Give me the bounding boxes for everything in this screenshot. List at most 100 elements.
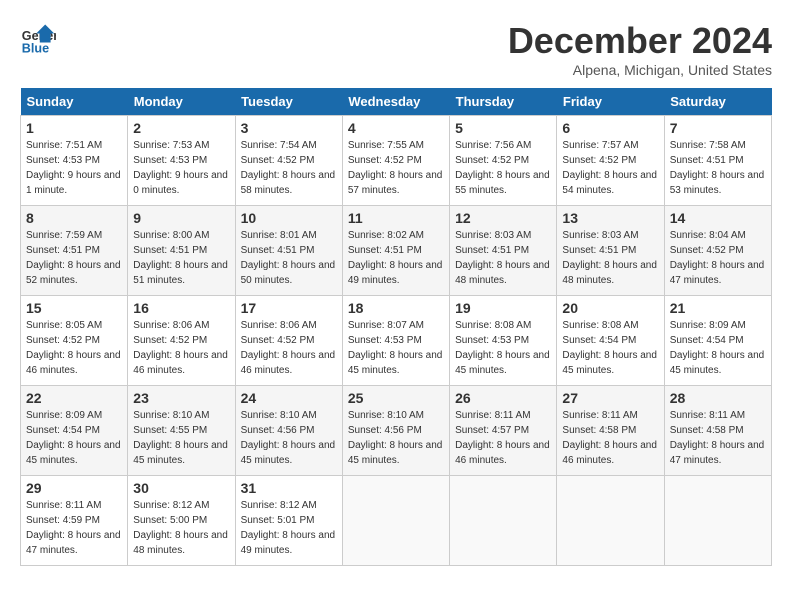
day-cell: 3Sunrise: 7:54 AMSunset: 4:52 PMDaylight…	[235, 116, 342, 206]
day-cell: 11 Sunrise: 8:02 AMSunset: 4:51 PMDayligh…	[342, 206, 449, 296]
day-info: Sunrise: 8:06 AMSunset: 4:52 PMDaylight:…	[133, 318, 229, 378]
day-info: Sunrise: 8:01 AMSunset: 4:51 PMDaylight:…	[241, 228, 337, 288]
day-cell: 10 Sunrise: 8:01 AMSunset: 4:51 PMDayligh…	[235, 206, 342, 296]
day-info: Sunrise: 8:10 AMSunset: 4:56 PMDaylight:…	[241, 408, 337, 468]
day-cell: 7Sunrise: 7:58 AMSunset: 4:51 PMDaylight…	[664, 116, 771, 206]
day-cell: 29Sunrise: 8:11 AMSunset: 4:59 PMDayligh…	[21, 476, 128, 566]
day-info: Sunrise: 7:53 AMSunset: 4:53 PMDaylight:…	[133, 138, 229, 198]
day-cell: 15 Sunrise: 8:05 AMSunset: 4:52 PMDayligh…	[21, 296, 128, 386]
day-number: 24	[241, 390, 337, 406]
day-cell: 2 Sunrise: 7:53 AMSunset: 4:53 PMDaylight…	[128, 116, 235, 206]
day-number: 31	[241, 480, 337, 496]
day-info: Sunrise: 8:06 AMSunset: 4:52 PMDaylight:…	[241, 318, 337, 378]
day-info: Sunrise: 8:00 AMSunset: 4:51 PMDaylight:…	[133, 228, 229, 288]
location: Alpena, Michigan, United States	[508, 62, 772, 78]
day-info: Sunrise: 8:08 AMSunset: 4:53 PMDaylight:…	[455, 318, 551, 378]
day-number: 11	[348, 210, 444, 226]
day-cell	[342, 476, 449, 566]
day-number: 25	[348, 390, 444, 406]
day-cell: 13 Sunrise: 8:03 AMSunset: 4:51 PMDayligh…	[557, 206, 664, 296]
week-row-5: 29Sunrise: 8:11 AMSunset: 4:59 PMDayligh…	[21, 476, 772, 566]
month-title: December 2024	[508, 20, 772, 62]
day-info: Sunrise: 7:57 AMSunset: 4:52 PMDaylight:…	[562, 138, 658, 198]
day-cell: 4 Sunrise: 7:55 AMSunset: 4:52 PMDaylight…	[342, 116, 449, 206]
day-number: 13	[562, 210, 658, 226]
day-info: Sunrise: 7:55 AMSunset: 4:52 PMDaylight:…	[348, 138, 444, 198]
day-info: Sunrise: 8:03 AMSunset: 4:51 PMDaylight:…	[562, 228, 658, 288]
col-header-thursday: Thursday	[450, 88, 557, 116]
day-info: Sunrise: 7:59 AMSunset: 4:51 PMDaylight:…	[26, 228, 122, 288]
week-row-3: 15 Sunrise: 8:05 AMSunset: 4:52 PMDayligh…	[21, 296, 772, 386]
day-number: 28	[670, 390, 766, 406]
day-number: 27	[562, 390, 658, 406]
day-cell: 16 Sunrise: 8:06 AMSunset: 4:52 PMDayligh…	[128, 296, 235, 386]
svg-text:Blue: Blue	[22, 41, 49, 55]
logo: General Blue	[20, 20, 56, 56]
day-cell: 31 Sunrise: 8:12 AMSunset: 5:01 PMDayligh…	[235, 476, 342, 566]
day-cell: 18 Sunrise: 8:07 AMSunset: 4:53 PMDayligh…	[342, 296, 449, 386]
day-number: 23	[133, 390, 229, 406]
day-number: 9	[133, 210, 229, 226]
day-info: Sunrise: 8:11 AMSunset: 4:58 PMDaylight:…	[562, 408, 658, 468]
day-cell	[664, 476, 771, 566]
day-cell: 25 Sunrise: 8:10 AMSunset: 4:56 PMDayligh…	[342, 386, 449, 476]
title-area: December 2024 Alpena, Michigan, United S…	[508, 20, 772, 78]
day-number: 1	[26, 120, 122, 136]
day-info: Sunrise: 8:12 AMSunset: 5:00 PMDaylight:…	[133, 498, 229, 558]
col-header-saturday: Saturday	[664, 88, 771, 116]
day-number: 2	[133, 120, 229, 136]
day-cell: 23 Sunrise: 8:10 AMSunset: 4:55 PMDayligh…	[128, 386, 235, 476]
day-cell: 21 Sunrise: 8:09 AMSunset: 4:54 PMDayligh…	[664, 296, 771, 386]
col-header-tuesday: Tuesday	[235, 88, 342, 116]
week-row-1: 1 Sunrise: 7:51 AMSunset: 4:53 PMDaylight…	[21, 116, 772, 206]
day-number: 19	[455, 300, 551, 316]
day-cell: 9 Sunrise: 8:00 AMSunset: 4:51 PMDaylight…	[128, 206, 235, 296]
day-number: 21	[670, 300, 766, 316]
calendar-table: SundayMondayTuesdayWednesdayThursdayFrid…	[20, 88, 772, 566]
day-number: 18	[348, 300, 444, 316]
day-info: Sunrise: 8:05 AMSunset: 4:52 PMDaylight:…	[26, 318, 122, 378]
day-number: 7	[670, 120, 766, 136]
day-cell: 27 Sunrise: 8:11 AMSunset: 4:58 PMDayligh…	[557, 386, 664, 476]
day-info: Sunrise: 8:04 AMSunset: 4:52 PMDaylight:…	[670, 228, 766, 288]
day-info: Sunrise: 8:02 AMSunset: 4:51 PMDaylight:…	[348, 228, 444, 288]
day-number: 14	[670, 210, 766, 226]
day-number: 22	[26, 390, 122, 406]
day-cell: 20 Sunrise: 8:08 AMSunset: 4:54 PMDayligh…	[557, 296, 664, 386]
day-number: 10	[241, 210, 337, 226]
day-number: 16	[133, 300, 229, 316]
col-header-sunday: Sunday	[21, 88, 128, 116]
day-info: Sunrise: 8:07 AMSunset: 4:53 PMDaylight:…	[348, 318, 444, 378]
day-info: Sunrise: 8:10 AMSunset: 4:55 PMDaylight:…	[133, 408, 229, 468]
day-info: Sunrise: 8:03 AMSunset: 4:51 PMDaylight:…	[455, 228, 551, 288]
day-cell: 24 Sunrise: 8:10 AMSunset: 4:56 PMDayligh…	[235, 386, 342, 476]
day-info: Sunrise: 8:09 AMSunset: 4:54 PMDaylight:…	[670, 318, 766, 378]
day-info: Sunrise: 8:10 AMSunset: 4:56 PMDaylight:…	[348, 408, 444, 468]
day-cell: 26 Sunrise: 8:11 AMSunset: 4:57 PMDayligh…	[450, 386, 557, 476]
day-info: Sunrise: 8:11 AMSunset: 4:57 PMDaylight:…	[455, 408, 551, 468]
day-cell	[557, 476, 664, 566]
day-number: 4	[348, 120, 444, 136]
day-info: Sunrise: 8:11 AMSunset: 4:58 PMDaylight:…	[670, 408, 766, 468]
week-row-4: 22 Sunrise: 8:09 AMSunset: 4:54 PMDayligh…	[21, 386, 772, 476]
col-header-friday: Friday	[557, 88, 664, 116]
day-cell: 22 Sunrise: 8:09 AMSunset: 4:54 PMDayligh…	[21, 386, 128, 476]
day-cell: 17Sunrise: 8:06 AMSunset: 4:52 PMDayligh…	[235, 296, 342, 386]
day-cell	[450, 476, 557, 566]
week-row-2: 8Sunrise: 7:59 AMSunset: 4:51 PMDaylight…	[21, 206, 772, 296]
day-info: Sunrise: 7:54 AMSunset: 4:52 PMDaylight:…	[241, 138, 337, 198]
col-header-monday: Monday	[128, 88, 235, 116]
day-number: 15	[26, 300, 122, 316]
day-number: 29	[26, 480, 122, 496]
day-cell: 1 Sunrise: 7:51 AMSunset: 4:53 PMDaylight…	[21, 116, 128, 206]
day-info: Sunrise: 8:08 AMSunset: 4:54 PMDaylight:…	[562, 318, 658, 378]
page-header: General Blue December 2024 Alpena, Michi…	[20, 20, 772, 78]
day-number: 26	[455, 390, 551, 406]
col-header-wednesday: Wednesday	[342, 88, 449, 116]
day-info: Sunrise: 8:09 AMSunset: 4:54 PMDaylight:…	[26, 408, 122, 468]
day-info: Sunrise: 7:51 AMSunset: 4:53 PMDaylight:…	[26, 138, 122, 198]
day-info: Sunrise: 8:12 AMSunset: 5:01 PMDaylight:…	[241, 498, 337, 558]
day-cell: 14 Sunrise: 8:04 AMSunset: 4:52 PMDayligh…	[664, 206, 771, 296]
day-cell: 5Sunrise: 7:56 AMSunset: 4:52 PMDaylight…	[450, 116, 557, 206]
day-number: 20	[562, 300, 658, 316]
